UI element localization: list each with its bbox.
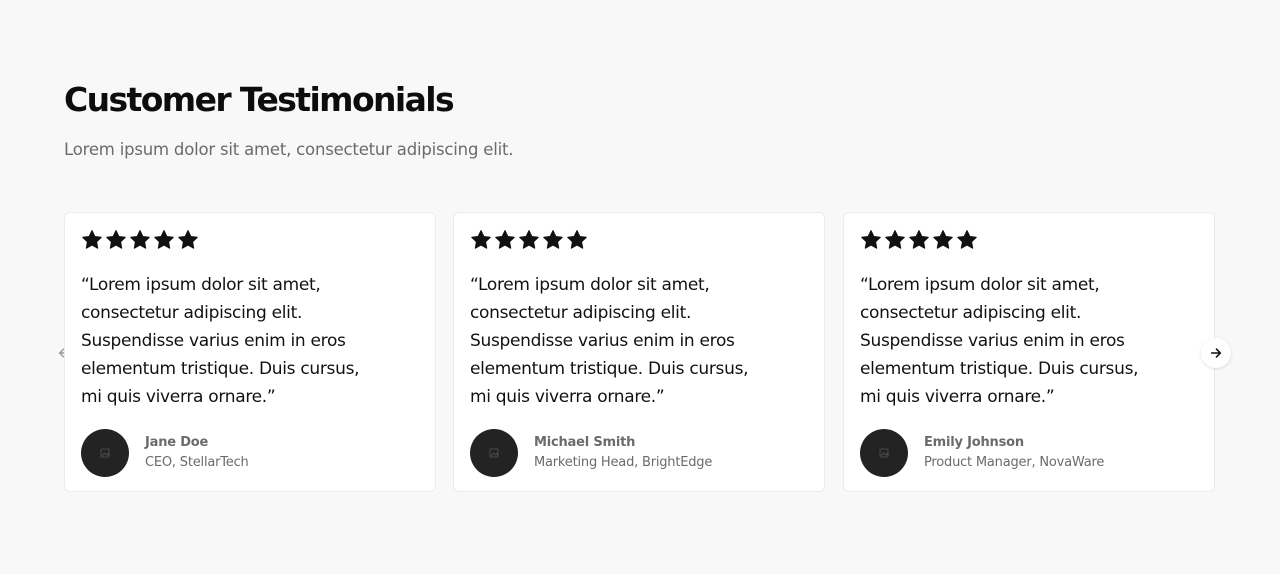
- arrow-right-icon: [1210, 348, 1222, 358]
- author-name: Jane Doe: [145, 435, 209, 450]
- star-icon: [885, 230, 905, 249]
- testimonial-carousel: “Lorem ipsum dolor sit amet, consectetur…: [64, 212, 1216, 494]
- author-details: Jane Doe CEO, StellarTech: [145, 433, 249, 473]
- image-placeholder-icon: [489, 448, 499, 458]
- section-subtitle: Lorem ipsum dolor sit amet, consectetur …: [64, 140, 514, 159]
- author-role: Product Manager, NovaWare: [924, 455, 1105, 470]
- author-details: Emily Johnson Product Manager, NovaWare: [924, 433, 1104, 473]
- star-icon: [154, 230, 174, 249]
- star-icon: [909, 230, 929, 249]
- avatar: [470, 429, 518, 477]
- star-icon: [567, 230, 587, 249]
- author-details: Michael Smith Marketing Head, BrightEdge: [534, 433, 712, 473]
- star-icon: [471, 230, 491, 249]
- testimonial-author: Michael Smith Marketing Head, BrightEdge: [470, 429, 712, 477]
- image-placeholder-icon: [879, 448, 889, 458]
- star-icon: [130, 230, 150, 249]
- author-role: Marketing Head, BrightEdge: [534, 455, 713, 470]
- image-placeholder-icon: [100, 448, 110, 458]
- testimonial-card: “Lorem ipsum dolor sit amet, consectetur…: [843, 212, 1215, 492]
- star-icon: [957, 230, 977, 249]
- testimonial-author: Emily Johnson Product Manager, NovaWare: [860, 429, 1104, 477]
- star-icon: [106, 230, 126, 249]
- star-rating: [860, 229, 978, 251]
- star-icon: [495, 230, 515, 249]
- avatar: [81, 429, 129, 477]
- star-icon: [519, 230, 539, 249]
- star-icon: [178, 230, 198, 249]
- author-name: Michael Smith: [534, 435, 636, 450]
- testimonial-quote: “Lorem ipsum dolor sit amet, consectetur…: [81, 275, 360, 407]
- star-icon: [861, 230, 881, 249]
- star-rating: [81, 229, 199, 251]
- testimonial-quote: “Lorem ipsum dolor sit amet, consectetur…: [470, 275, 749, 407]
- section-title: Customer Testimonials: [64, 80, 455, 119]
- testimonial-author: Jane Doe CEO, StellarTech: [81, 429, 249, 477]
- testimonial-quote: “Lorem ipsum dolor sit amet, consectetur…: [860, 275, 1139, 407]
- author-role: CEO, StellarTech: [145, 455, 249, 470]
- avatar: [860, 429, 908, 477]
- star-icon: [933, 230, 953, 249]
- carousel-next-button[interactable]: [1201, 338, 1231, 368]
- star-icon: [82, 230, 102, 249]
- author-name: Emily Johnson: [924, 435, 1024, 450]
- star-rating: [470, 229, 588, 251]
- testimonial-card: “Lorem ipsum dolor sit amet, consectetur…: [453, 212, 825, 492]
- star-icon: [543, 230, 563, 249]
- testimonial-card: “Lorem ipsum dolor sit amet, consectetur…: [64, 212, 436, 492]
